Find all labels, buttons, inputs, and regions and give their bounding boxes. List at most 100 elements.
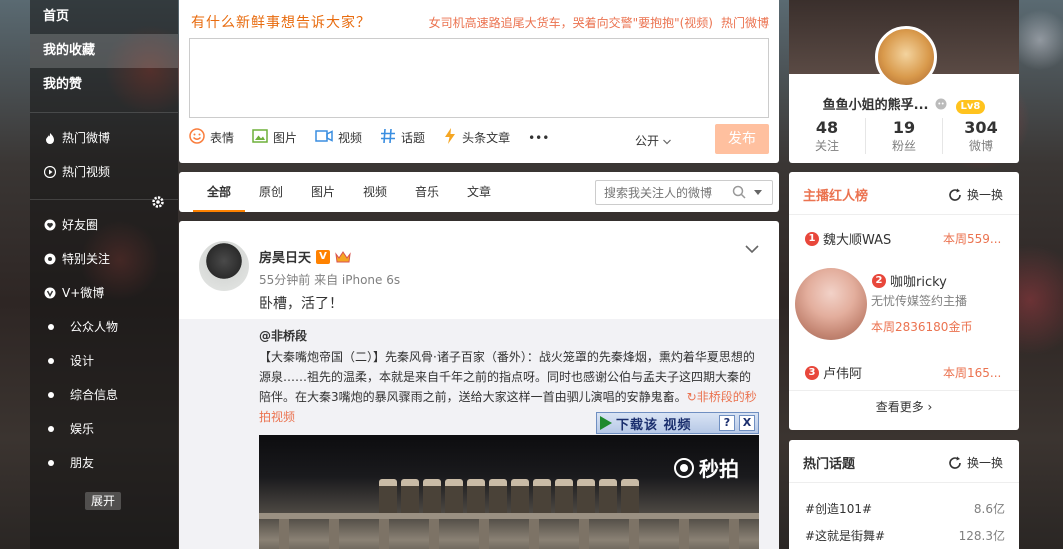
expand-button[interactable]: 展开 xyxy=(85,492,121,510)
nav-home[interactable]: 首页 xyxy=(30,0,178,34)
nav-entertainment-label: 娱乐 xyxy=(70,422,95,436)
camera-icon xyxy=(674,457,694,478)
video-player[interactable]: 秒拍 xyxy=(259,435,759,549)
nav-likes[interactable]: 我的赞 xyxy=(30,68,178,102)
download-video-bar[interactable]: 下载该 视频 ? X xyxy=(596,412,759,434)
vplus-icon xyxy=(44,287,56,299)
tab-articles[interactable]: 文章 xyxy=(453,172,505,212)
bullet-icon xyxy=(48,426,54,432)
tab-all[interactable]: 全部 xyxy=(193,172,245,212)
search-icon[interactable] xyxy=(732,185,746,199)
repost-box: @非桥段 【大秦嘴炮帝国（二）】先秦风骨·诸子百家（番外）：战火笼罩的先秦烽烟，… xyxy=(179,319,779,549)
post-author-name[interactable]: 房昊日天 xyxy=(259,247,311,266)
avatar[interactable] xyxy=(199,241,249,291)
nav-general-info-label: 综合信息 xyxy=(70,388,119,402)
left-nav: 首页 我的收藏 我的赞 热门微博 热门视频 好友圈 特别关注 V+微博 公众人物… xyxy=(30,0,178,549)
topic-button[interactable]: 话题 xyxy=(380,128,425,147)
video-logo-text: 秒拍 xyxy=(699,457,739,481)
emoji-button[interactable]: 表情 xyxy=(189,128,234,147)
video-icon xyxy=(315,128,333,147)
topics-header: 热门话题 换一换 xyxy=(789,440,1019,483)
repost-author[interactable]: @非桥段 xyxy=(259,327,307,344)
nav-special-follow[interactable]: 特别关注 xyxy=(30,242,178,276)
post-composer: 有什么新鲜事想告诉大家？ 女司机高速路追尾大货车，哭着向交警"要抱抱"(视频) 热… xyxy=(179,0,779,163)
video-label: 视频 xyxy=(338,131,363,145)
ranking-item-score: 本周559... xyxy=(943,232,1002,246)
composer-tools: 表情 图片 视频 话题 头条文章 ••• xyxy=(189,128,549,147)
heart-icon xyxy=(44,219,56,231)
emoji-icon xyxy=(189,128,205,147)
image-button[interactable]: 图片 xyxy=(252,128,297,147)
nav-friends[interactable]: 朋友 xyxy=(30,446,178,480)
more-button[interactable]: ••• xyxy=(528,131,549,145)
tab-original[interactable]: 原创 xyxy=(245,172,297,212)
ranking-refresh-button[interactable]: 换一换 xyxy=(948,186,1003,203)
nav-divider xyxy=(30,112,178,113)
nav-design[interactable]: 设计 xyxy=(30,344,178,378)
ranking-item[interactable]: 2 咖咖ricky xyxy=(872,271,947,290)
topic-value: 128.3亿 xyxy=(958,529,1005,543)
avatar[interactable] xyxy=(875,26,937,88)
nav-public-figures[interactable]: 公众人物 xyxy=(30,310,178,344)
ranking-item-name: 卢伟阿 xyxy=(823,367,863,382)
video-button[interactable]: 视频 xyxy=(315,128,362,147)
nav-vplus-label: V+微博 xyxy=(62,286,105,300)
nav-friends-circle[interactable]: 好友圈 xyxy=(30,208,178,242)
ranking-more-link[interactable]: 查看更多 › xyxy=(789,398,1019,415)
level-badge: Lv8 xyxy=(955,100,986,114)
avatar[interactable] xyxy=(795,268,867,340)
refresh-icon xyxy=(949,456,961,469)
close-icon[interactable]: X xyxy=(739,415,755,431)
tab-music[interactable]: 音乐 xyxy=(401,172,453,212)
feed-tabs: 全部 原创 图片 视频 音乐 文章 xyxy=(179,172,779,212)
nav-favorites[interactable]: 我的收藏 xyxy=(30,34,178,68)
fire-icon xyxy=(44,132,56,144)
hot-news: 女司机高速路追尾大货车，哭着向交警"要抱抱"(视频) 热门微博 xyxy=(429,14,769,31)
send-button[interactable]: 发布 xyxy=(715,124,769,154)
bullet-icon xyxy=(48,392,54,398)
profile-name: 鱼鱼小姐的熊孚... Lv8 xyxy=(789,94,1019,114)
help-icon[interactable]: ? xyxy=(719,415,735,431)
visibility-select[interactable]: 公开 xyxy=(635,132,671,149)
nav-general-info[interactable]: 综合信息 xyxy=(30,378,178,412)
profile-name-text[interactable]: 鱼鱼小姐的熊孚... xyxy=(823,98,929,113)
streamer-ranking: 主播红人榜 换一换 1 魏大顺WAS 本周559... 2 咖咖ricky 无忧… xyxy=(789,172,1019,430)
search-dropdown-icon[interactable] xyxy=(754,190,762,195)
tab-videos[interactable]: 视频 xyxy=(349,172,401,212)
stat-followers-num: 19 xyxy=(892,118,916,137)
download-video-label[interactable]: 下载该 视频 xyxy=(616,414,715,433)
nav-entertainment[interactable]: 娱乐 xyxy=(30,412,178,446)
stat-followers[interactable]: 19 粉丝 xyxy=(866,118,943,154)
crown-icon xyxy=(335,250,351,264)
feed-search-input[interactable] xyxy=(596,181,724,204)
nav-hot-video[interactable]: 热门视频 xyxy=(30,155,178,189)
more-icon: ••• xyxy=(528,130,550,145)
ranking-item[interactable]: 1 魏大顺WAS xyxy=(805,229,891,248)
stat-posts-num: 304 xyxy=(964,118,998,137)
article-button[interactable]: 头条文章 xyxy=(443,128,510,147)
hot-news-link[interactable]: 女司机高速路追尾大货车，哭着向交警"要抱抱"(视频) xyxy=(429,16,713,30)
ranking-item[interactable]: 3 卢伟阿 xyxy=(805,363,862,382)
nav-friends-circle-label: 好友圈 xyxy=(62,218,99,232)
tab-images[interactable]: 图片 xyxy=(297,172,349,212)
hot-weibo-link[interactable]: 热门微博 xyxy=(721,16,769,30)
ranking-item-desc: 无忧传媒签约主播 xyxy=(871,294,968,308)
member-icon xyxy=(935,98,947,110)
post-author: 房昊日天 V xyxy=(259,247,351,266)
nav-hot-weibo[interactable]: 热门微博 xyxy=(30,121,178,155)
hashtag-icon xyxy=(380,128,396,147)
nav-design-label: 设计 xyxy=(70,354,95,368)
verified-badge: V xyxy=(316,249,331,264)
composer-textarea[interactable] xyxy=(189,38,769,118)
lightning-icon xyxy=(443,128,457,147)
stat-following[interactable]: 48 关注 xyxy=(789,118,866,154)
topic-row[interactable]: #这就是街舞# 128.3亿 xyxy=(805,527,1005,544)
chevron-down-icon[interactable] xyxy=(745,243,759,254)
topic-label: 话题 xyxy=(401,131,426,145)
gear-icon[interactable] xyxy=(151,195,165,209)
nav-vplus[interactable]: V+微博 xyxy=(30,276,178,310)
topic-row[interactable]: #创造101# 8.6亿 xyxy=(805,500,1005,517)
stat-posts[interactable]: 304 微博 xyxy=(943,118,1019,154)
profile-card: 鱼鱼小姐的熊孚... Lv8 48 关注 19 粉丝 304 微博 xyxy=(789,0,1019,163)
topics-refresh-button[interactable]: 换一换 xyxy=(948,454,1003,471)
